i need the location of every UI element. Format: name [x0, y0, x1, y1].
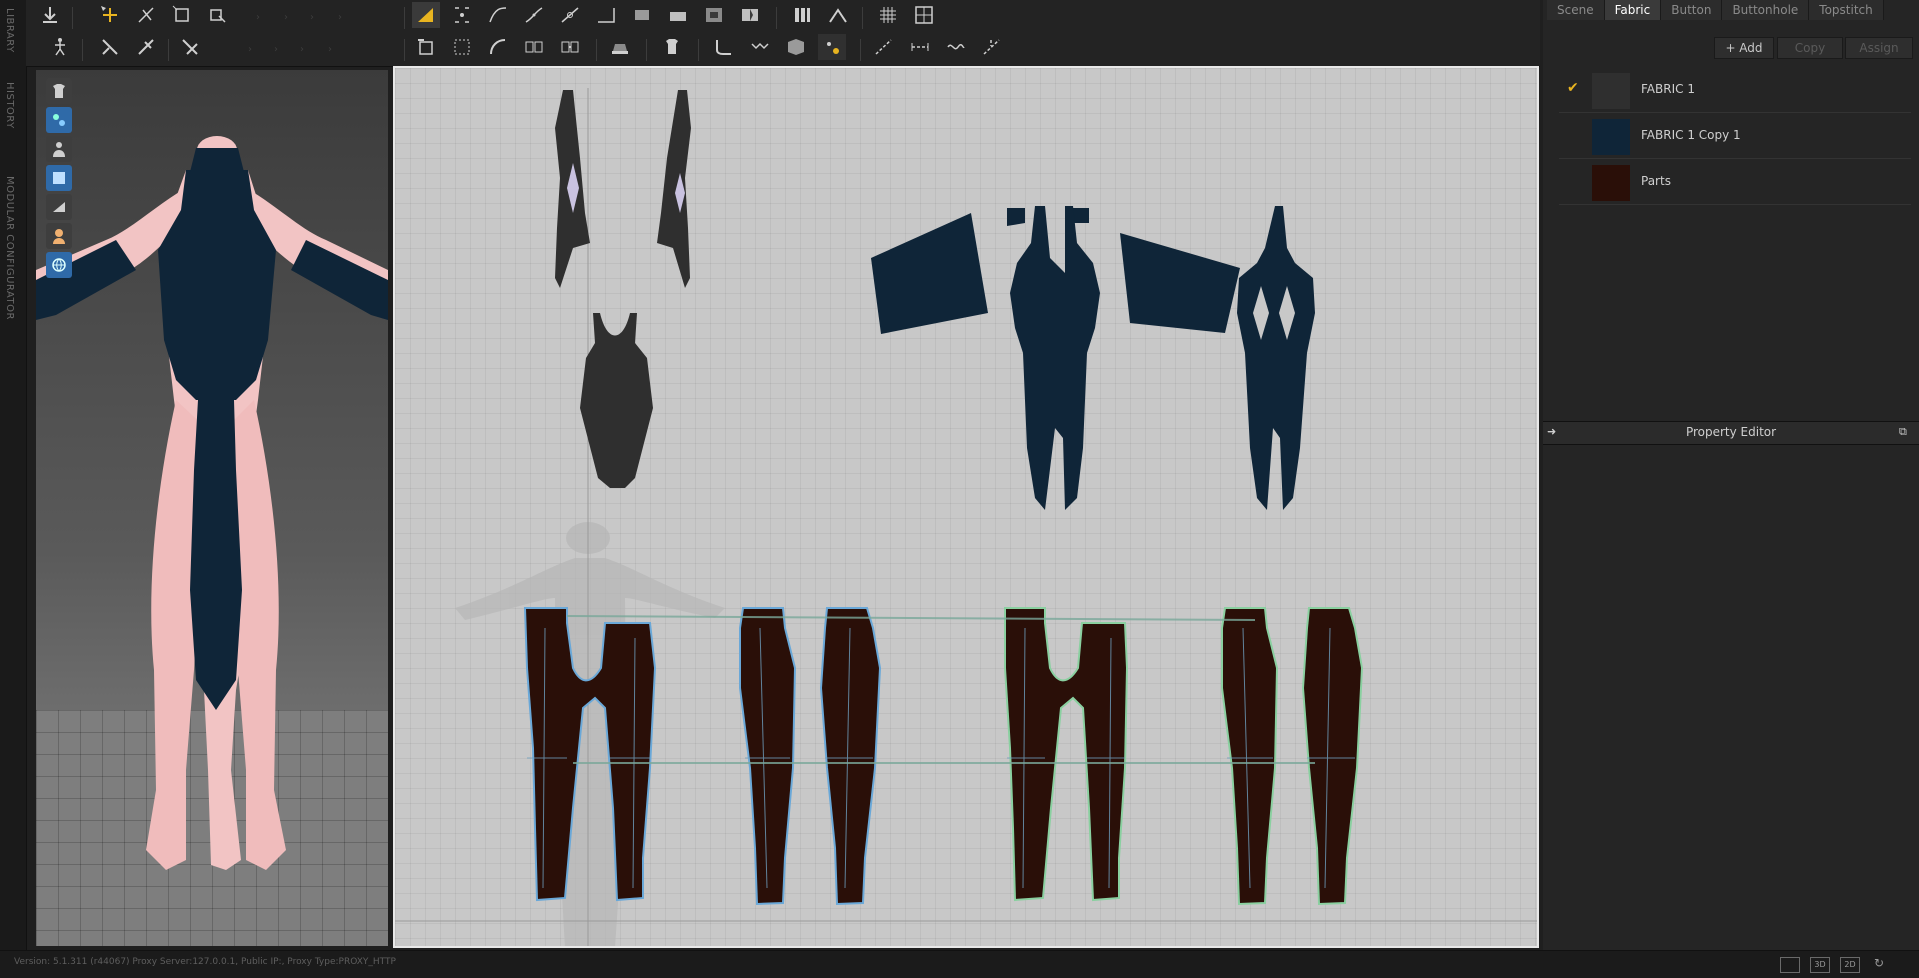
status-bar: Version: 5.1.311 (r44067) Proxy Server:1… — [0, 950, 1919, 978]
tab-scene[interactable]: Scene — [1547, 0, 1605, 20]
move-piece-icon[interactable] — [412, 34, 440, 60]
garment-fit-icon[interactable] — [658, 34, 686, 60]
pattern-pieces — [395, 88, 1537, 946]
select-mesh-icon[interactable] — [132, 2, 160, 28]
tack-icon[interactable] — [606, 34, 634, 60]
trace-icon[interactable] — [788, 2, 816, 28]
texture-display-icon[interactable] — [46, 107, 72, 133]
check-sewing-icon[interactable] — [710, 34, 738, 60]
grid-pattern-icon[interactable] — [874, 2, 902, 28]
fabric-name: FABRIC 1 — [1641, 82, 1695, 96]
fabric-name: Parts — [1641, 174, 1671, 188]
garment-display-icon[interactable] — [46, 78, 72, 104]
simulate-icon[interactable] — [96, 34, 124, 60]
avatar-skin-icon[interactable] — [46, 223, 72, 249]
measure-angle-icon[interactable] — [978, 34, 1006, 60]
fabric-list-item[interactable]: FABRIC 1 Copy 1 — [1559, 114, 1911, 159]
fold-arrange-icon[interactable] — [204, 2, 232, 28]
sewing-lines-icon[interactable] — [746, 34, 774, 60]
segment-sewing-icon[interactable] — [520, 34, 548, 60]
selected-check-icon: ✔ — [1567, 80, 1579, 96]
fabric-swatch — [1592, 73, 1630, 109]
measure-line-icon[interactable] — [870, 34, 898, 60]
edit-pattern-icon[interactable] — [412, 2, 440, 28]
fabric-list-item[interactable]: Parts — [1559, 160, 1911, 205]
curve-point-icon[interactable] — [520, 2, 548, 28]
sewing-lines — [566, 615, 1315, 764]
pin-icon[interactable] — [176, 34, 204, 60]
view-mode-2d-button[interactable]: 2D — [1840, 957, 1860, 973]
history-tab[interactable]: HISTORY — [4, 82, 15, 129]
property-editor-title: Property Editor — [1685, 425, 1777, 439]
fold-arrangement-icon[interactable] — [818, 34, 846, 60]
fabric-list-item[interactable]: ✔ FABRIC 1 — [1559, 68, 1911, 113]
add-fabric-button[interactable]: + Add — [1714, 37, 1774, 59]
grey-top-pieces — [555, 90, 691, 488]
transform-piece-icon[interactable] — [448, 34, 476, 60]
object-browser-panel: Scene Fabric Button Buttonhole Topstitch… — [1543, 0, 1919, 950]
internal-shape-icon[interactable] — [628, 2, 656, 28]
dart-icon[interactable] — [736, 2, 764, 28]
tab-fabric[interactable]: Fabric — [1604, 0, 1662, 20]
import-arrow-icon[interactable] — [36, 2, 64, 28]
rectangle-pattern-icon[interactable] — [664, 2, 692, 28]
popout-icon[interactable]: ⧉ — [1899, 425, 1907, 439]
edit-curve-icon[interactable] — [484, 2, 512, 28]
toolbar-row-2: › › › › — [26, 34, 1540, 66]
tab-topstitch[interactable]: Topstitch — [1809, 0, 1884, 20]
avatar-3d — [36, 136, 388, 870]
fit-garment-icon[interactable] — [132, 34, 160, 60]
fabric-swatch — [1592, 165, 1630, 201]
tab-button[interactable]: Button — [1661, 0, 1723, 20]
render-display-icon[interactable] — [46, 165, 72, 191]
brown-trouser-pieces-green — [1004, 607, 1364, 906]
view-mode-3d-button[interactable]: 3D — [1810, 957, 1830, 973]
edit-point-icon[interactable] — [448, 2, 476, 28]
copy-fabric-button[interactable]: Copy — [1777, 37, 1843, 59]
avatar-display-icon[interactable] — [46, 136, 72, 162]
environment-globe-icon[interactable] — [46, 252, 72, 278]
segment-icon[interactable] — [592, 2, 620, 28]
edit-sewing-icon[interactable] — [484, 34, 512, 60]
fabric-swatch — [1592, 119, 1630, 155]
toolbar-row-1: › › › › — [26, 2, 1540, 34]
avatar-pose-icon[interactable] — [46, 34, 74, 60]
measure-segment-icon[interactable] — [906, 34, 934, 60]
3d-viewport[interactable] — [36, 70, 388, 946]
modular-configurator-tab[interactable]: MODULAR CONFIGURATOR — [4, 176, 15, 320]
2d-pattern-window[interactable] — [393, 66, 1539, 948]
object-browser-tabs: Scene Fabric Button Buttonhole Topstitch — [1547, 0, 1884, 20]
3d-view-toolbar — [46, 78, 74, 281]
dark-blue-pieces — [871, 206, 1315, 510]
tab-buttonhole[interactable]: Buttonhole — [1722, 0, 1810, 20]
add-point-icon[interactable] — [556, 2, 584, 28]
internal-rectangle-icon[interactable] — [700, 2, 728, 28]
assign-fabric-button[interactable]: Assign — [1845, 37, 1913, 59]
trace-internal-icon[interactable] — [824, 2, 852, 28]
select-move-icon[interactable] — [96, 2, 124, 28]
property-editor-header: ➜ Property Editor ⧉ — [1543, 421, 1919, 445]
avatar-silhouette — [455, 522, 725, 946]
grid-arrange-icon[interactable] — [910, 2, 938, 28]
main-toolbar: › › › › › › › › — [26, 0, 1540, 67]
view-mode-split-button[interactable] — [1780, 957, 1800, 973]
library-tab[interactable]: LIBRARY — [4, 8, 15, 53]
fabric-thickness-icon[interactable] — [46, 194, 72, 220]
transform-box-icon[interactable] — [168, 2, 196, 28]
fabric-style-icon[interactable] — [782, 34, 810, 60]
status-text: Version: 5.1.311 (r44067) Proxy Server:1… — [14, 957, 396, 967]
measure-curve-icon[interactable] — [942, 34, 970, 60]
refresh-icon[interactable]: ↻ — [1874, 956, 1884, 970]
side-panel-strip: LIBRARY HISTORY MODULAR CONFIGURATOR — [0, 0, 27, 950]
free-sewing-icon[interactable] — [556, 34, 584, 60]
fabric-name: FABRIC 1 Copy 1 — [1641, 128, 1741, 142]
